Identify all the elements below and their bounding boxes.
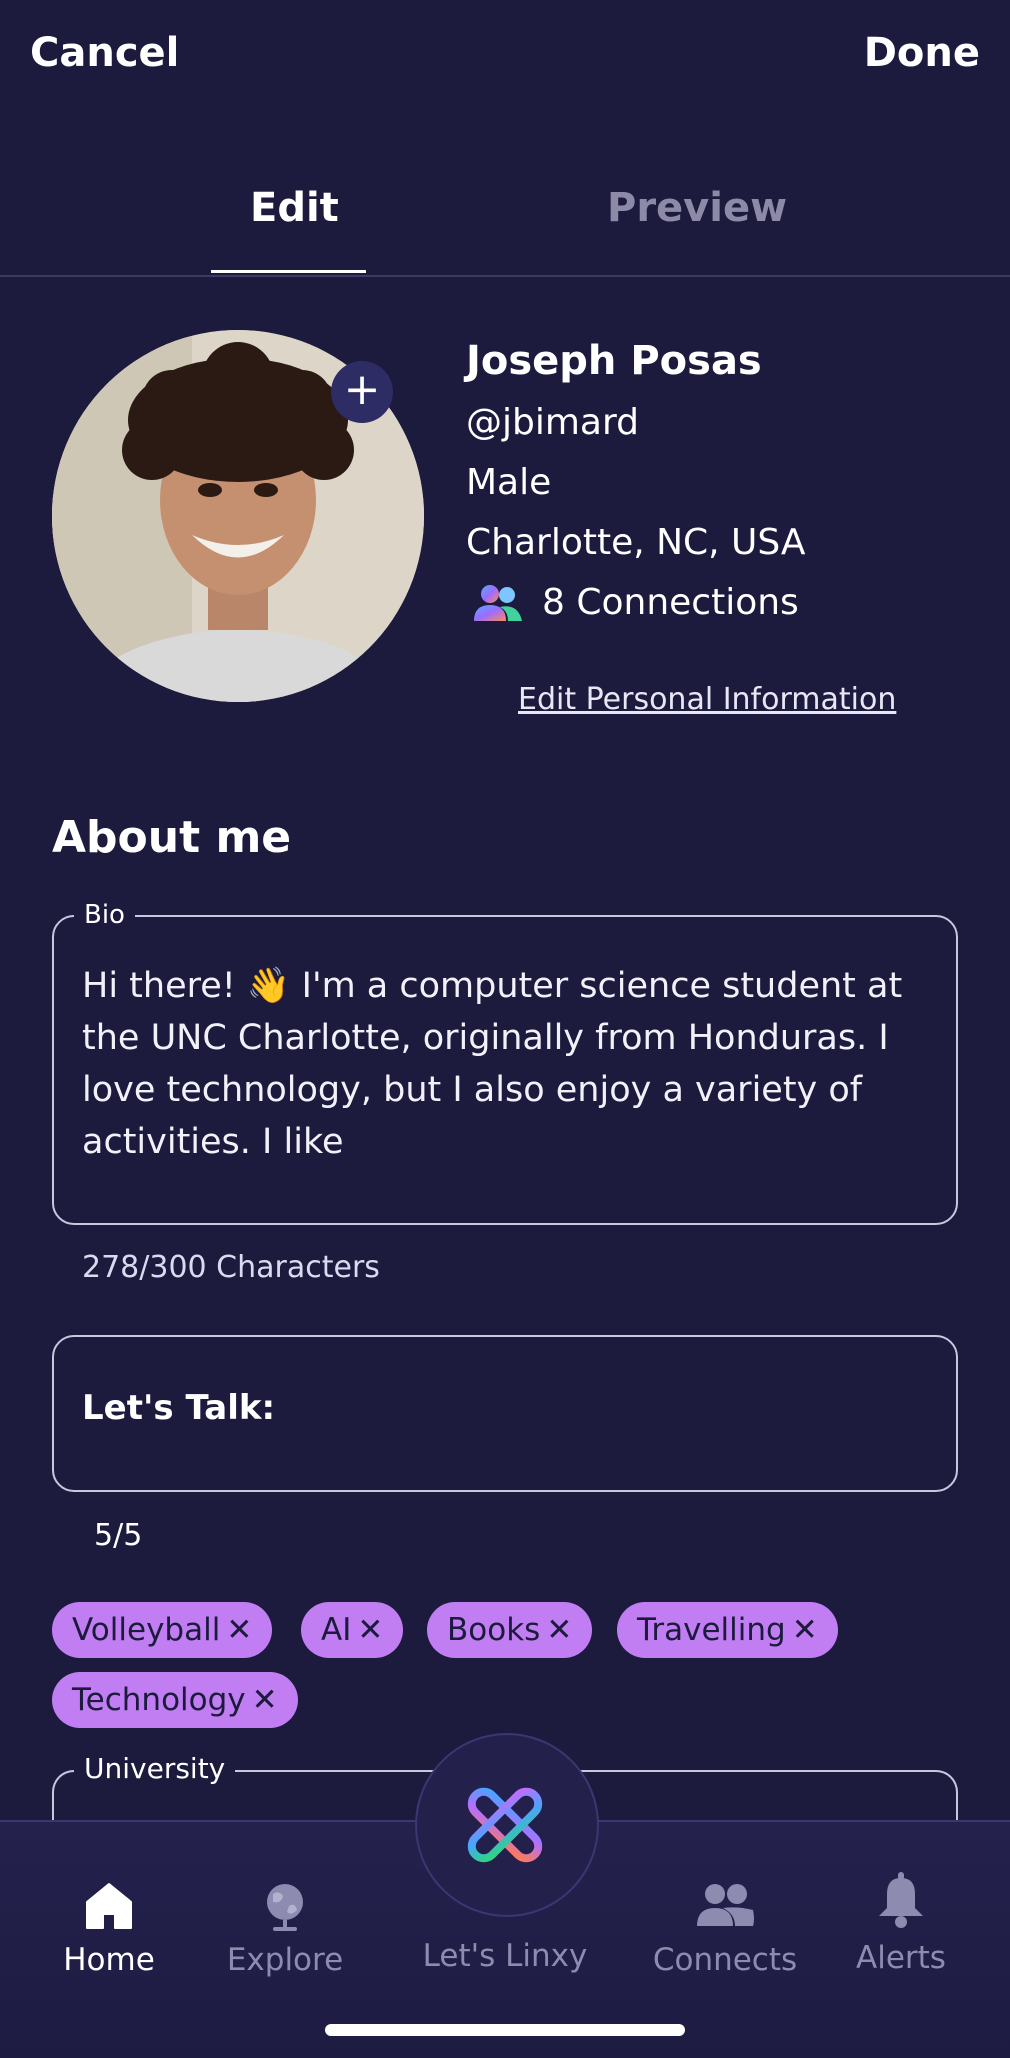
chip-label: Technology [72, 1682, 246, 1718]
linxy-logo-icon[interactable] [455, 1775, 555, 1875]
interest-chip[interactable]: Travelling ✕ [617, 1602, 838, 1658]
done-button[interactable]: Done [864, 30, 980, 76]
tab-edit[interactable]: Edit [250, 185, 339, 231]
nav-home[interactable]: Home [24, 1880, 194, 1978]
edit-personal-info-link[interactable]: Edit Personal Information [518, 682, 896, 717]
university-legend: University [74, 1752, 236, 1785]
globe-icon [267, 1884, 303, 1931]
active-tab-indicator [211, 270, 366, 273]
nav-linxy-label: Let's Linxy [422, 1938, 588, 1974]
bio-character-count: 278/300 Characters [82, 1250, 380, 1285]
interests-count: 5/5 [94, 1518, 143, 1553]
people-icon [474, 584, 522, 621]
chip-label: Volleyball [72, 1612, 221, 1648]
tab-preview[interactable]: Preview [607, 185, 787, 231]
chip-label: AI [321, 1612, 352, 1648]
nav-explore-label: Explore [226, 1942, 344, 1978]
profile-gender: Male [466, 462, 552, 503]
people-icon [697, 1884, 754, 1926]
nav-connects[interactable]: Connects [640, 1880, 810, 1978]
remove-icon[interactable]: ✕ [792, 1612, 818, 1648]
nav-alerts-label: Alerts [856, 1940, 946, 1976]
profile-location: Charlotte, NC, USA [466, 522, 806, 563]
home-indicator[interactable] [325, 2024, 685, 2036]
remove-icon[interactable]: ✕ [252, 1682, 278, 1718]
remove-icon[interactable]: ✕ [357, 1612, 383, 1648]
remove-icon[interactable]: ✕ [546, 1612, 572, 1648]
profile-name: Joseph Posas [466, 338, 762, 384]
interest-chip[interactable]: Books ✕ [427, 1602, 593, 1658]
nav-home-label: Home [63, 1942, 155, 1978]
nav-connects-label: Connects [652, 1942, 798, 1978]
cancel-button[interactable]: Cancel [30, 30, 179, 76]
bio-legend: Bio [74, 900, 135, 930]
add-photo-button[interactable]: + [331, 361, 393, 423]
chip-label: Travelling [637, 1612, 786, 1648]
nav-linxy-spacer [420, 1880, 590, 1932]
about-heading: About me [52, 812, 292, 863]
plus-icon: + [343, 364, 381, 415]
home-icon [86, 1883, 132, 1929]
connections-label: 8 Connections [542, 582, 799, 623]
tab-divider [0, 275, 1010, 277]
bell-icon [879, 1872, 923, 1928]
bio-text[interactable]: Hi there! 👋 I'm a computer science stude… [82, 960, 932, 1168]
nav-explore[interactable]: Explore [200, 1880, 370, 1978]
nav-lets-linxy[interactable]: Let's Linxy [420, 1880, 590, 1974]
connections-count[interactable]: 8 Connections [470, 582, 799, 623]
interest-chip[interactable]: AI ✕ [301, 1602, 404, 1658]
chip-label: Books [447, 1612, 541, 1648]
interest-chip[interactable]: Technology ✕ [52, 1672, 298, 1728]
profile-handle: @jbimard [466, 402, 640, 443]
interest-chip[interactable]: Volleyball ✕ [52, 1602, 273, 1658]
nav-alerts[interactable]: Alerts [816, 1870, 986, 1976]
lets-talk-label: Let's Talk: [82, 1388, 276, 1428]
remove-icon[interactable]: ✕ [226, 1612, 252, 1648]
